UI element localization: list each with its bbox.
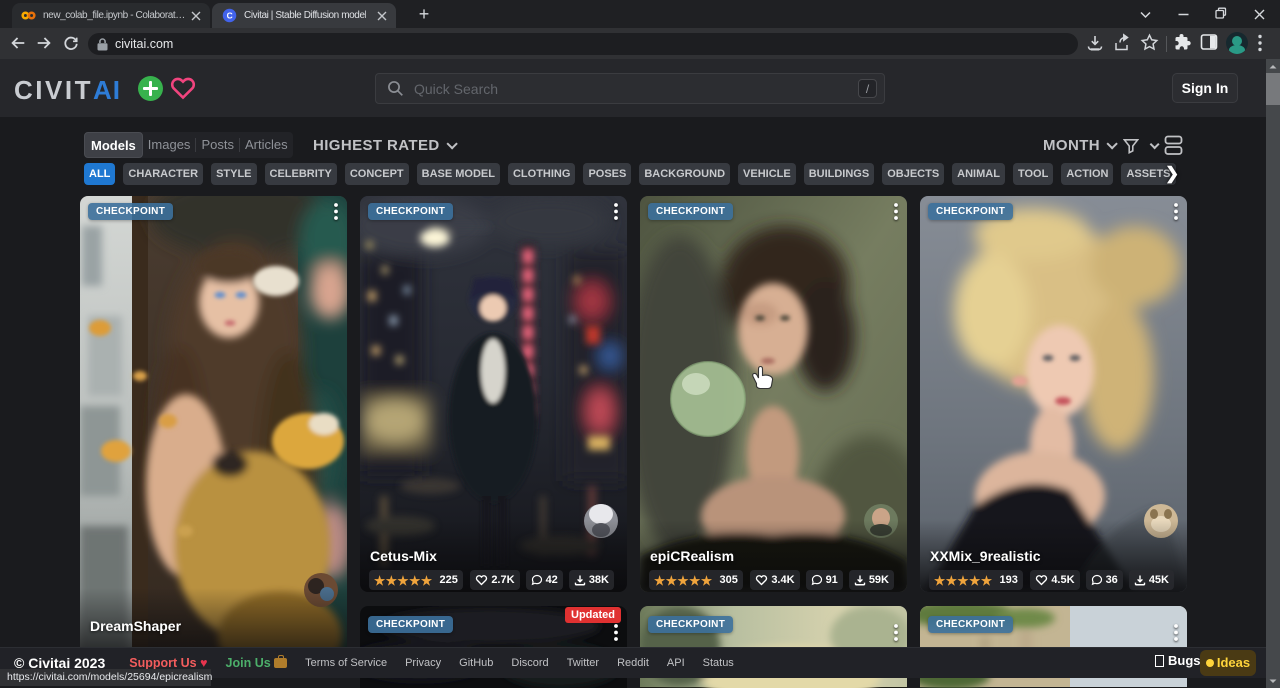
- svg-text:C: C: [227, 10, 233, 20]
